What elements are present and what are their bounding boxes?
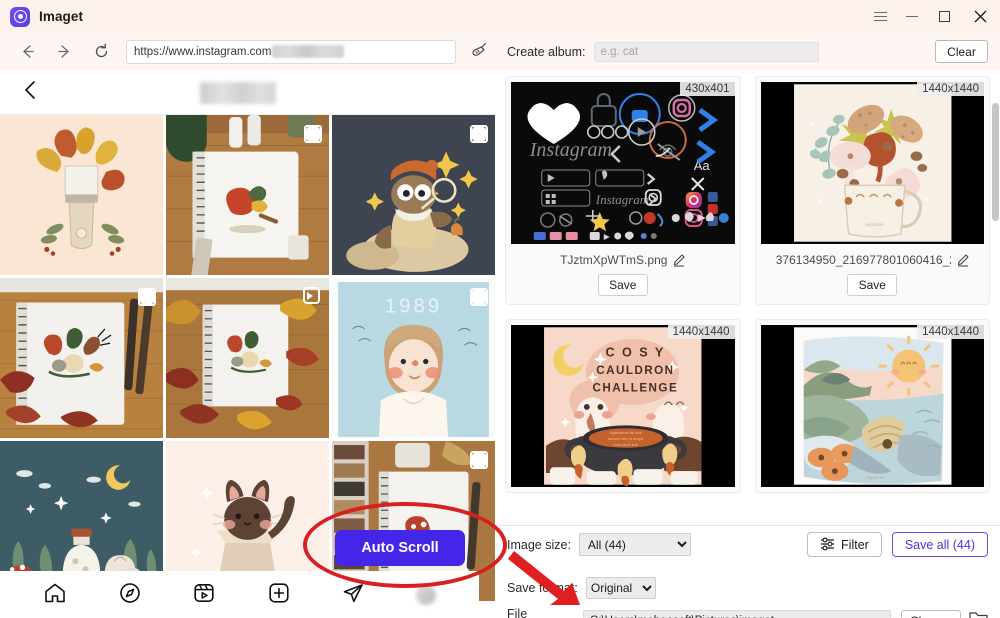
instagram-username-redacted [200,82,276,104]
svg-text:CHALLENGE: CHALLENGE [593,381,679,394]
image-size-row: Image size: All (44) Filter Save all (44… [495,525,1000,563]
url-text: https://www.instagram.com [134,45,272,58]
grid-item[interactable] [166,278,329,438]
grid-item[interactable] [0,115,163,275]
svg-text:signature: signature [865,223,883,228]
browser-toolbar: https://www.instagram.com [0,33,495,70]
svg-text:Instagram: Instagram [595,192,649,207]
result-filename: 376134950_216977801060416_22974 [775,253,951,267]
result-thumbnail[interactable]: 1440x1440 [760,82,984,244]
filter-sliders-icon [820,536,835,554]
folder-icon[interactable] [969,610,988,618]
pencil-icon[interactable] [673,254,685,267]
forward-arrow-icon[interactable] [51,39,77,65]
instagram-bottom-nav [0,571,479,618]
carousel-icon [467,450,488,469]
result-card[interactable]: 430x401 Instagram Instagram Aa TJztmXpWT… [505,76,741,305]
result-thumbnail[interactable]: 1440x1440 [511,325,735,487]
explore-compass-icon[interactable] [118,581,142,610]
profile-avatar[interactable] [415,585,436,605]
reload-icon[interactable] [88,39,114,65]
close-icon[interactable] [960,0,1000,33]
app-title: Imaget [39,9,84,24]
svg-text:signature: signature [866,476,884,481]
save-button[interactable]: Save [847,274,898,296]
result-card[interactable]: 1440x1440 [754,76,990,305]
result-card[interactable]: 1440x1440 [754,319,990,493]
instagram-profile-header [0,70,495,115]
imaget-app-window: Imaget https://www.instagram.com 1989 Au… [0,0,1000,618]
svg-text:ingredients list line: ingredients list line [610,430,642,435]
save-button[interactable]: Save [597,274,648,296]
result-thumbnail[interactable]: 430x401 Instagram Instagram Aa [511,82,735,244]
create-album-row: Create album: Clear [495,33,1000,70]
url-redacted-blur [272,45,345,58]
imaget-logo-icon [10,6,30,27]
image-size-select[interactable]: All (44) [578,533,691,556]
filter-button[interactable]: Filter [807,532,882,557]
svg-text:second line of recipe: second line of recipe [608,436,644,441]
filter-label: Filter [841,537,869,552]
pencil-icon[interactable] [957,254,969,267]
carousel-icon [135,287,156,306]
carousel-icon [467,287,488,306]
maximize-icon[interactable] [928,0,960,33]
grid-item[interactable] [166,115,329,275]
svg-text:C O S Y: C O S Y [606,345,666,359]
minimize-icon[interactable] [896,0,928,33]
title-bar: Imaget [0,0,1000,33]
mushroom-bouquet-pitcher: signature [760,84,984,242]
broom-icon[interactable] [470,40,494,64]
image-dimensions-badge: 1440x1440 [917,325,984,339]
hamburger-menu-icon[interactable] [864,0,896,33]
grid-item[interactable] [332,115,495,275]
grid-item[interactable] [0,278,163,438]
clear-button[interactable]: Clear [935,40,988,63]
svg-text:Instagram: Instagram [529,139,612,161]
file-location-label: File location: [507,607,528,618]
image-dimensions-badge: 1440x1440 [667,325,735,339]
svg-text:1989: 1989 [385,296,443,318]
results-grid: 430x401 Instagram Instagram Aa TJztmXpWT… [495,70,1000,525]
url-bar[interactable]: https://www.instagram.com [126,39,456,64]
window-controls [864,0,1000,33]
instagram-post-grid: 1989 [0,115,495,601]
svg-text:CAULDRON: CAULDRON [596,364,674,377]
file-location-row: File location: Change [495,605,1000,618]
save-format-row: Save format: Original [495,573,1000,603]
image-dimensions-badge: 1440x1440 [917,82,984,96]
auto-scroll-button[interactable]: Auto Scroll [335,530,465,566]
imaget-results-panel: Create album: Clear 430x401 [495,33,1000,618]
instagram-icons-dark-collage: Instagram Instagram Aa [511,82,735,244]
svg-text:third short line: third short line [613,442,637,447]
chevron-left-icon[interactable] [20,79,42,106]
home-icon[interactable] [43,581,67,610]
save-all-button[interactable]: Save all (44) [891,532,988,557]
back-arrow-icon[interactable] [14,39,40,65]
change-location-button[interactable]: Change [900,609,961,618]
result-card[interactable]: 1440x1440 [505,319,741,493]
result-thumbnail[interactable]: 1440x1440 [760,325,984,487]
results-scrollbar-thumb[interactable] [992,103,999,221]
grid-item[interactable]: 1989 [332,278,495,438]
image-dimensions-badge: 430x401 [680,82,735,96]
direct-send-icon[interactable] [341,581,365,610]
reels-icon [303,287,320,304]
cosy-cauldron-challenge: C O S Y CAULDRON CHALLENGE ingredients l… [511,327,735,487]
carousel-icon [301,124,322,143]
reels-icon[interactable] [192,581,216,610]
result-filename: TJztmXpWTmS.png [560,253,668,267]
sunny-coast-landscape: signature [760,327,984,485]
results-scrollbar[interactable] [991,103,1000,523]
save-format-label: Save format: [507,581,578,595]
carousel-icon [467,124,488,143]
create-album-input[interactable] [593,41,819,62]
create-album-label: Create album: [507,44,586,59]
image-size-label: Image size: [507,537,571,552]
file-location-input[interactable] [582,610,891,618]
save-format-select[interactable]: Original [585,577,656,599]
create-plus-icon[interactable] [267,581,291,610]
